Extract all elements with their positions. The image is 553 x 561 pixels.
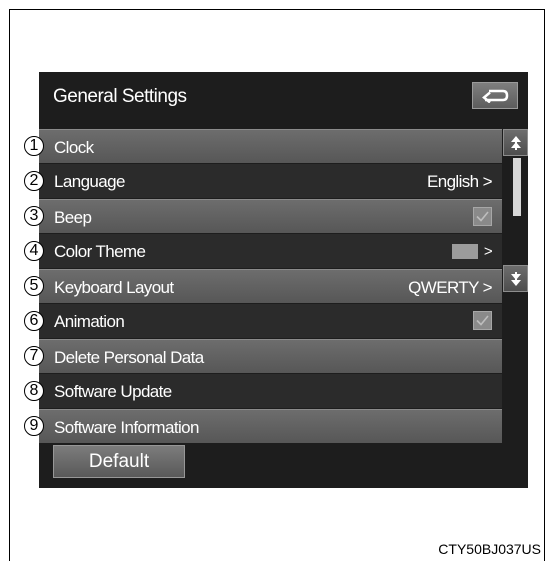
frame-right-border — [544, 9, 545, 561]
list-item-language[interactable]: Language English > — [39, 164, 502, 198]
callout-badge-9: 9 — [24, 416, 44, 436]
list-item-delete-personal-data[interactable]: Delete Personal Data — [39, 339, 502, 373]
list-item-label: Keyboard Layout — [54, 278, 174, 297]
check-icon — [476, 211, 489, 222]
frame-top-border — [9, 9, 545, 10]
callout-badge-3: 3 — [24, 206, 44, 226]
double-up-arrow-icon — [510, 135, 521, 150]
language-value: English > — [426, 172, 493, 191]
list-item-clock[interactable]: Clock — [39, 129, 502, 163]
keyboard-layout-value: QWERTY > — [408, 278, 493, 297]
list-item-software-update[interactable]: Software Update — [39, 374, 502, 408]
callout-badge-7: 7 — [24, 346, 44, 366]
callout-badge-4: 4 — [24, 241, 44, 261]
list-item-color-theme[interactable]: Color Theme > — [39, 234, 502, 268]
page-title: General Settings — [53, 86, 187, 107]
frame-left-border — [9, 9, 10, 561]
scroll-up-button[interactable] — [503, 129, 528, 156]
list-item-keyboard-layout[interactable]: Keyboard Layout QWERTY > — [39, 269, 502, 303]
callout-badge-8: 8 — [24, 381, 44, 401]
list-item-label: Software Update — [54, 382, 172, 401]
double-down-arrow-icon — [510, 271, 521, 286]
list-item-label: Clock — [54, 138, 94, 157]
chevron-right-icon: > — [482, 172, 493, 191]
scrollbar-thumb[interactable] — [513, 158, 521, 216]
list-item-label: Language — [54, 172, 125, 191]
list-item-label: Beep — [54, 208, 92, 227]
figure-caption: CTY50BJ037US — [438, 541, 541, 557]
color-swatch — [451, 244, 478, 259]
list-item-animation[interactable]: Animation — [39, 304, 502, 338]
list-item-beep[interactable]: Beep — [39, 199, 502, 233]
callout-badge-2: 2 — [24, 171, 44, 191]
list-item-label: Animation — [54, 312, 125, 331]
list-item-label: Color Theme — [54, 242, 146, 261]
callout-badge-6: 6 — [24, 311, 44, 331]
check-icon — [476, 315, 489, 326]
back-button[interactable] — [472, 82, 518, 109]
chevron-right-icon: > — [483, 243, 493, 260]
list-item-label: Delete Personal Data — [54, 348, 204, 367]
animation-checkbox[interactable] — [473, 311, 492, 330]
list-item-label: Software Information — [54, 418, 199, 437]
color-theme-value: > — [451, 243, 493, 260]
settings-screen: General Settings Clock Language English … — [39, 72, 528, 488]
settings-list: Clock Language English > Beep Color Them… — [39, 129, 502, 444]
scroll-down-button[interactable] — [503, 265, 528, 292]
default-button[interactable]: Default — [53, 445, 185, 478]
callout-badge-1: 1 — [24, 136, 44, 156]
chevron-right-icon: > — [482, 278, 493, 297]
callout-badge-5: 5 — [24, 276, 44, 296]
beep-checkbox[interactable] — [473, 207, 492, 226]
return-arrow-icon — [481, 89, 509, 103]
list-item-software-information[interactable]: Software Information — [39, 409, 502, 443]
